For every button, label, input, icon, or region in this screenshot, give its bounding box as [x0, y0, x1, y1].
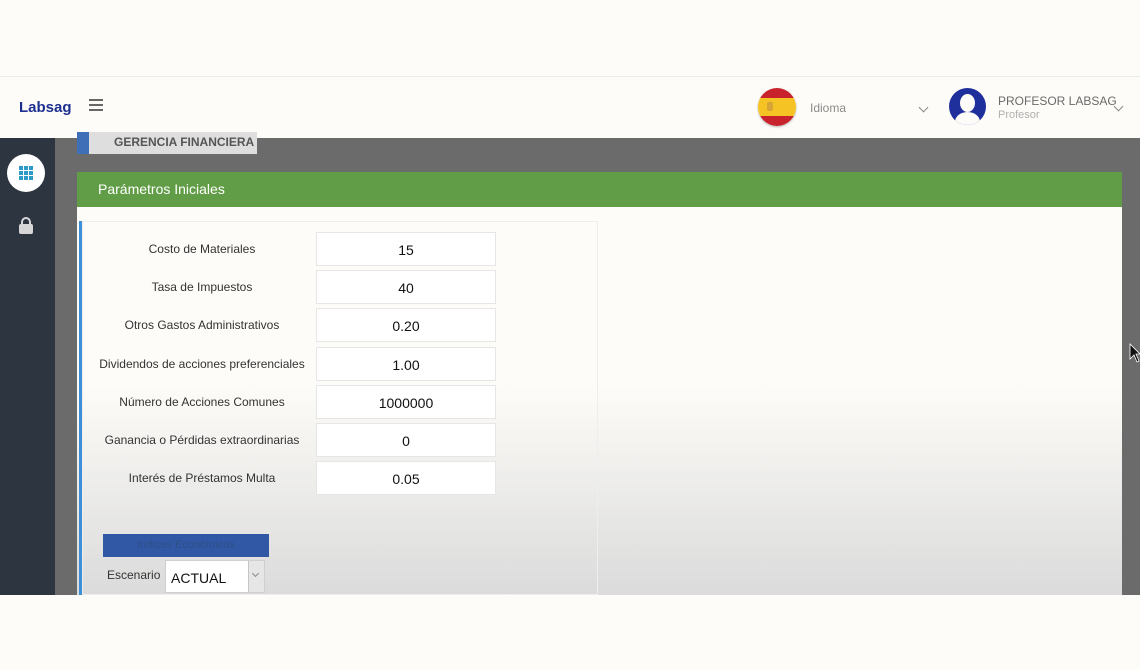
tab-gerencia-financiera[interactable]: GERENCIA FINANCIERA — [77, 132, 257, 154]
otros-gastos-input[interactable]: 0.20 — [316, 308, 496, 342]
parameters-form: Costo de Materiales 15 Tasa de Impuestos… — [82, 221, 598, 595]
user-role: Profesor — [998, 109, 1040, 121]
main-content: GERENCIA FINANCIERA Parámetros Iniciales… — [55, 132, 1140, 595]
panel-title: Parámetros Iniciales — [77, 172, 1122, 207]
field-label: Dividendos de acciones preferenciales — [99, 357, 305, 371]
apps-button[interactable] — [7, 154, 45, 192]
form-row: Dividendos de acciones preferenciales 1.… — [90, 347, 570, 381]
indices-economicos-button[interactable]: Indices Económicos — [103, 534, 269, 557]
interes-prestamos-input[interactable]: 0.05 — [316, 461, 496, 495]
field-label: Número de Acciones Comunes — [119, 395, 285, 409]
field-label: Otros Gastos Administrativos — [124, 318, 280, 332]
app-frame: Labsag Idioma PROFESOR LABSAG Profesor G… — [0, 0, 1140, 670]
form-row: Costo de Materiales 15 — [90, 232, 570, 266]
dropdown-arrow[interactable] — [248, 561, 264, 592]
field-label: Interés de Préstamos Multa — [128, 471, 276, 485]
tasa-impuestos-input[interactable]: 40 — [316, 270, 496, 304]
scenario-value: ACTUAL — [171, 570, 227, 586]
acciones-comunes-input[interactable]: 1000000 — [316, 385, 496, 419]
form-row: Ganancia o Pérdidas extraordinarias 0 — [90, 423, 570, 457]
lock-icon[interactable] — [18, 217, 34, 234]
form-row: Interés de Préstamos Multa 0.05 — [90, 461, 570, 495]
mouse-cursor-icon — [1129, 343, 1140, 363]
user-avatar-icon[interactable] — [949, 88, 986, 125]
chevron-down-icon — [251, 569, 260, 578]
chevron-down-icon[interactable] — [918, 102, 929, 113]
hamburger-icon[interactable] — [89, 99, 103, 113]
form-row: Tasa de Impuestos 40 — [90, 270, 570, 304]
spain-flag-icon[interactable] — [758, 88, 796, 126]
language-selector[interactable]: Idioma — [810, 101, 846, 115]
user-name[interactable]: PROFESOR LABSAG — [998, 94, 1117, 108]
field-label: Tasa de Impuestos — [151, 280, 253, 294]
form-row: Número de Acciones Comunes 1000000 — [90, 385, 570, 419]
sidebar — [0, 138, 55, 595]
costo-materiales-input[interactable]: 15 — [316, 232, 496, 266]
dividendos-input[interactable]: 1.00 — [316, 347, 496, 381]
scenario-label: Escenario — [107, 568, 161, 582]
ganancia-perdidas-input[interactable]: 0 — [316, 423, 496, 457]
panel-body: Costo de Materiales 15 Tasa de Impuestos… — [77, 207, 1122, 595]
chevron-down-icon[interactable] — [1113, 101, 1124, 112]
scenario-select[interactable]: ACTUAL — [165, 560, 265, 593]
brand-logo[interactable]: Labsag — [19, 99, 72, 116]
bottom-band — [0, 595, 1140, 670]
grid-icon — [19, 166, 33, 180]
field-label: Ganancia o Pérdidas extraordinarias — [104, 433, 300, 447]
field-label: Costo de Materiales — [148, 242, 256, 256]
form-row: Otros Gastos Administrativos 0.20 — [90, 308, 570, 342]
top-bar: Labsag Idioma PROFESOR LABSAG Profesor — [0, 76, 1140, 138]
